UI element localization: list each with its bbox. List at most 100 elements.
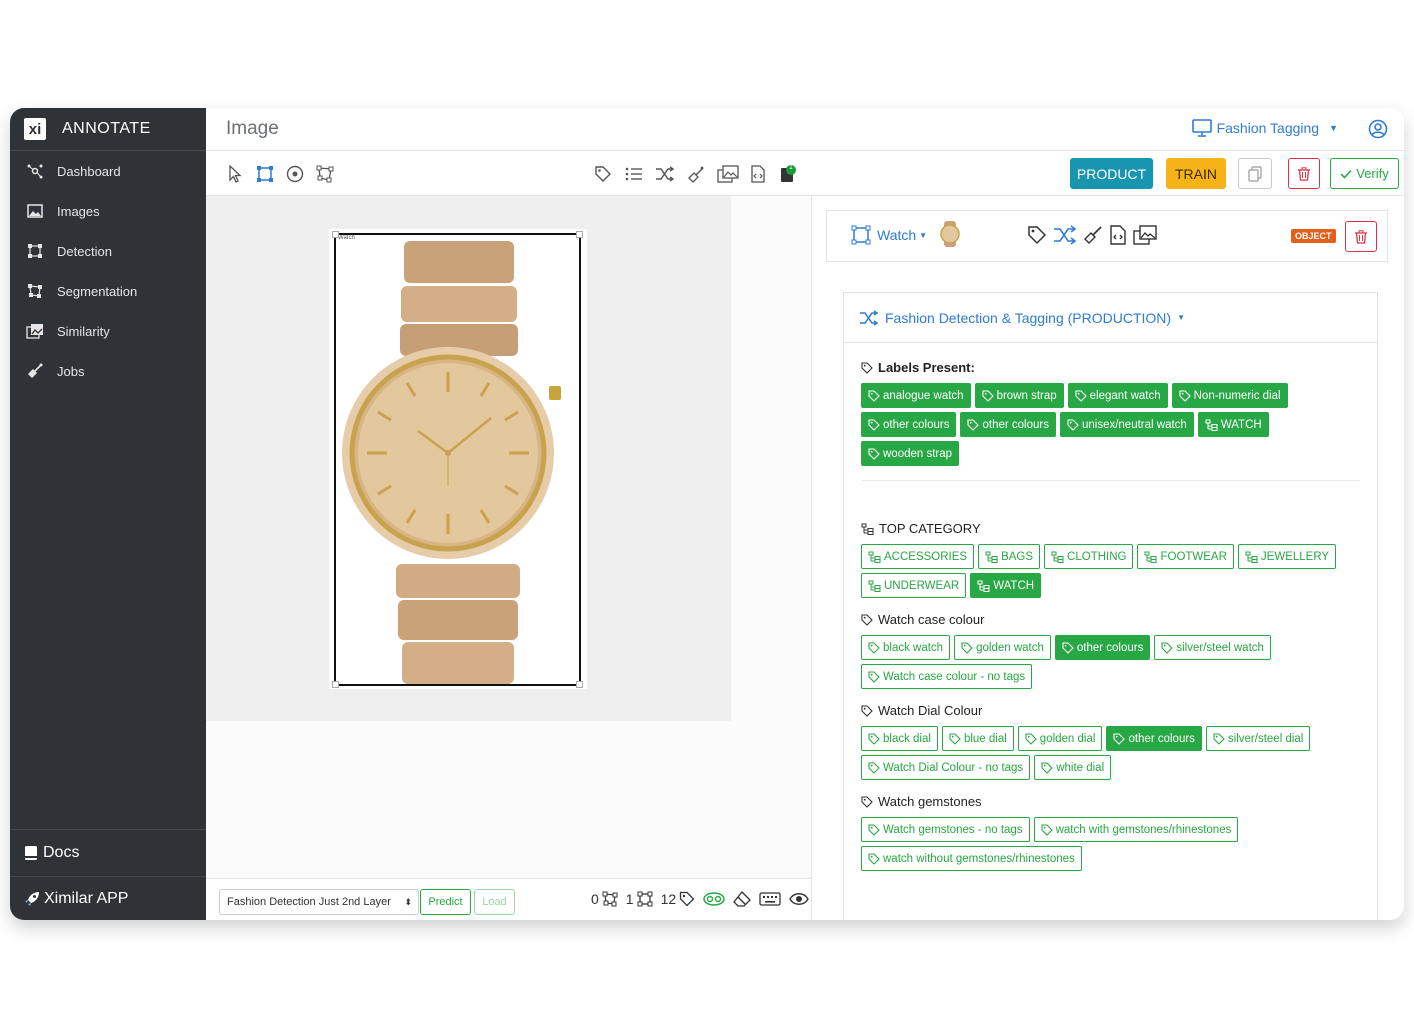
object-selector[interactable]: Watch ▼	[851, 225, 927, 245]
pointer-tool-icon[interactable]	[224, 163, 246, 185]
tag-button[interactable]: BAGS	[978, 544, 1041, 569]
notification-icon[interactable]: 1	[778, 163, 800, 185]
sidebar-item-segmentation[interactable]: Segmentation	[10, 271, 206, 311]
shuffle-icon[interactable]	[1053, 225, 1077, 245]
tag-icon	[868, 670, 880, 683]
task-selector[interactable]: Fashion Detection & Tagging (PRODUCTION)…	[844, 293, 1377, 343]
delete-object-button[interactable]	[1345, 221, 1377, 252]
eraser-icon[interactable]	[733, 891, 752, 907]
tag-button[interactable]: UNDERWEAR	[861, 573, 967, 598]
predict-button[interactable]: Predict	[420, 889, 471, 915]
docs-link[interactable]: Docs	[10, 829, 206, 876]
tag-label: Non-numeric dial	[1193, 389, 1281, 402]
tag-button[interactable]: other colours	[861, 412, 957, 437]
product-button[interactable]: PRODUCT	[1070, 158, 1153, 189]
tag-button[interactable]: watch without gemstones/rhinestones	[861, 846, 1082, 871]
brush-icon[interactable]	[1083, 225, 1103, 245]
polygon-count-icon	[602, 891, 618, 907]
tag-button[interactable]: brown strap	[974, 383, 1064, 408]
tag-label: UNDERWEAR	[884, 579, 960, 592]
code-file-icon[interactable]	[1109, 225, 1127, 245]
tag-button[interactable]: WATCH	[970, 573, 1042, 598]
tag-button[interactable]: black watch	[861, 635, 951, 660]
section-title: Watch Dial Colour	[861, 703, 1360, 718]
gallery-icon[interactable]	[717, 163, 739, 185]
verify-button[interactable]: Verify	[1330, 158, 1399, 189]
gallery-icon[interactable]	[1133, 225, 1157, 245]
bbox-handle[interactable]	[332, 681, 339, 688]
tag-icon	[967, 418, 980, 431]
tag-label: golden dial	[1039, 732, 1096, 745]
tag-list: ACCESSORIES BAGS CLOTHING FOOTWEAR JEWELLERY…	[861, 544, 1360, 598]
brand[interactable]: xi ANNOTATE	[10, 108, 206, 151]
project-selector[interactable]: Fashion Tagging ▼	[1191, 119, 1338, 137]
tag-icon	[868, 761, 880, 774]
load-button[interactable]: Load	[474, 889, 515, 915]
tag-button[interactable]: Watch gemstones - no tags	[861, 817, 1030, 842]
tag-button[interactable]: white dial	[1034, 755, 1112, 780]
tag-button[interactable]: Watch Dial Colour - no tags	[861, 755, 1031, 780]
tag-icon	[1041, 823, 1053, 836]
tag-button[interactable]: wooden strap	[861, 441, 960, 466]
bbox-label: Watch	[338, 235, 355, 241]
tag-button[interactable]: black dial	[861, 726, 938, 751]
tag-button[interactable]: WATCH	[1197, 412, 1269, 437]
point-tool-icon[interactable]	[284, 163, 306, 185]
tag-button[interactable]: ACCESSORIES	[861, 544, 975, 569]
caret-down-icon: ▼	[1329, 123, 1338, 133]
sidebar-item-similarity[interactable]: Similarity	[10, 311, 206, 351]
mask-toggle-icon[interactable]	[703, 892, 725, 906]
copy-button[interactable]	[1238, 158, 1272, 189]
polygon-tool-icon[interactable]	[314, 163, 336, 185]
tag-button[interactable]: other colours	[960, 412, 1056, 437]
tag-button[interactable]: golden dial	[1017, 726, 1103, 751]
annotation-canvas[interactable]: Watch	[206, 196, 811, 920]
keyboard-icon[interactable]	[759, 892, 781, 906]
bbox-handle[interactable]	[576, 231, 583, 238]
tag-button[interactable]: analogue watch	[861, 383, 971, 408]
sidebar-item-jobs[interactable]: Jobs	[10, 351, 206, 391]
bbox-tool-icon[interactable]	[254, 163, 276, 185]
user-account-icon[interactable]	[1368, 119, 1388, 144]
ximilar-app-link[interactable]: Ximilar APP	[10, 876, 206, 920]
tag-label: unisex/neutral watch	[1081, 418, 1187, 431]
delete-image-button[interactable]	[1288, 158, 1320, 189]
list-icon[interactable]	[623, 163, 645, 185]
tag-label: watch without gemstones/rhinestones	[883, 852, 1075, 865]
bbox-handle[interactable]	[332, 231, 339, 238]
brush-icon[interactable]	[685, 163, 707, 185]
tag-label: JEWELLERY	[1260, 550, 1330, 563]
tag-button[interactable]: unisex/neutral watch	[1059, 412, 1194, 437]
sidebar-item-images[interactable]: Images	[10, 191, 206, 231]
tag-button[interactable]: other colours	[1054, 635, 1151, 660]
tag-icon	[1067, 418, 1079, 431]
tag-button[interactable]: golden watch	[954, 635, 1051, 660]
train-button[interactable]: TRAIN	[1166, 158, 1226, 189]
sidebar-item-detection[interactable]: Detection	[10, 231, 206, 271]
bounding-box[interactable]: Watch	[332, 231, 583, 688]
bbox-icon	[851, 225, 871, 245]
model-select[interactable]: Fashion Detection Just 2nd Layer ⬍	[219, 889, 419, 915]
tag-button[interactable]: silver/steel watch	[1154, 635, 1271, 660]
bbox-handle[interactable]	[576, 681, 583, 688]
shuffle-icon[interactable]	[654, 163, 676, 185]
eye-icon[interactable]	[789, 892, 809, 906]
tag-button[interactable]: other colours	[1106, 726, 1202, 751]
caret-down-icon: ▼	[919, 230, 928, 240]
tag-button[interactable]: JEWELLERY	[1237, 544, 1337, 569]
tag-button[interactable]: elegant watch	[1067, 383, 1168, 408]
tag-button[interactable]: watch with gemstones/rhinestones	[1033, 817, 1239, 842]
tag-button[interactable]: Watch case colour - no tags	[861, 664, 1033, 689]
tag-button[interactable]: Non-numeric dial	[1171, 383, 1288, 408]
tag-button[interactable]: CLOTHING	[1044, 544, 1134, 569]
tag-button[interactable]: silver/steel dial	[1205, 726, 1311, 751]
tag-button[interactable]: FOOTWEAR	[1137, 544, 1234, 569]
tag-button[interactable]: blue dial	[941, 726, 1014, 751]
tag-icon[interactable]	[592, 163, 614, 185]
tag-label: other colours	[1128, 732, 1195, 745]
sidebar-item-dashboard[interactable]: Dashboard	[10, 151, 206, 191]
tag-icon[interactable]	[1027, 225, 1047, 245]
section-title-text: Watch gemstones	[878, 794, 982, 809]
tag-icon	[868, 852, 880, 865]
code-file-icon[interactable]	[747, 163, 769, 185]
